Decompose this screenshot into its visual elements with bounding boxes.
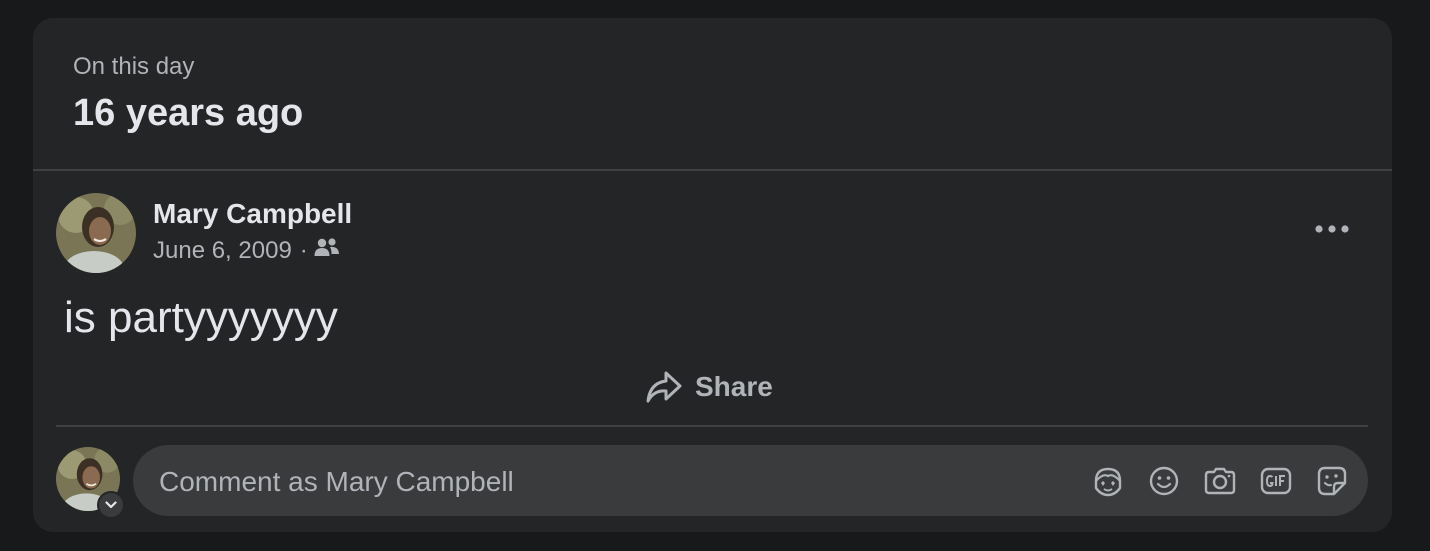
commenter-avatar[interactable] bbox=[56, 447, 125, 519]
gif-icon[interactable] bbox=[1258, 463, 1294, 499]
post-date[interactable]: June 6, 2009 bbox=[153, 237, 292, 265]
memory-header: On this day 16 years ago bbox=[33, 18, 1392, 169]
author-avatar[interactable] bbox=[56, 193, 136, 273]
chevron-down-icon[interactable] bbox=[97, 491, 125, 519]
post-meta: June 6, 2009 · bbox=[153, 236, 340, 266]
share-label: Share bbox=[695, 371, 773, 402]
header-divider bbox=[33, 169, 1392, 171]
friends-icon[interactable] bbox=[314, 237, 340, 266]
emoji-icon[interactable] bbox=[1146, 463, 1182, 499]
camera-icon[interactable] bbox=[1202, 463, 1238, 499]
avatar-photo-icon bbox=[56, 193, 136, 273]
author-name[interactable]: Mary Campbell bbox=[153, 198, 352, 230]
avatar-sticker-icon[interactable] bbox=[1090, 463, 1126, 499]
memory-headline: 16 years ago bbox=[73, 92, 304, 134]
more-options-icon[interactable] bbox=[1312, 214, 1352, 244]
comment-input[interactable] bbox=[157, 445, 1061, 518]
memory-card: On this day 16 years ago Mary Campbell J… bbox=[33, 18, 1392, 532]
sticker-icon[interactable] bbox=[1314, 463, 1350, 499]
actions-divider bbox=[56, 425, 1368, 427]
share-icon bbox=[646, 371, 682, 403]
share-button[interactable]: Share bbox=[645, 364, 773, 410]
memory-eyebrow: On this day bbox=[73, 53, 195, 80]
comment-box bbox=[133, 445, 1368, 518]
meta-separator: · bbox=[299, 237, 308, 264]
comment-toolbar bbox=[1070, 445, 1350, 516]
post-text: is partyyyyyyy bbox=[64, 293, 338, 342]
